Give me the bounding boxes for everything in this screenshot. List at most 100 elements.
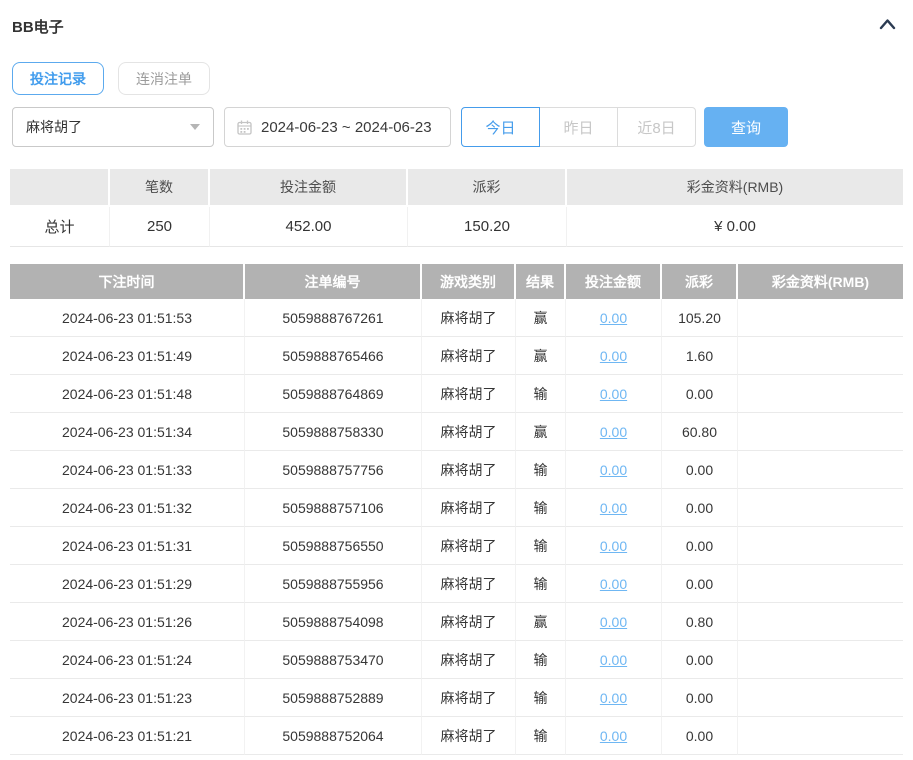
cell-payout: 0.00 <box>662 679 738 717</box>
cell-bonus <box>738 451 903 489</box>
summary-count-value: 250 <box>110 207 210 247</box>
col-header-result: 结果 <box>516 264 566 299</box>
tab-cancelled-bets[interactable]: 连消注单 <box>118 62 210 95</box>
cell-bonus <box>738 527 903 565</box>
summary-bonus-value: ¥ 0.00 <box>567 207 903 247</box>
summary-header-count: 笔数 <box>110 169 210 207</box>
tab-label: 连消注单 <box>136 70 192 87</box>
bet-amount-link[interactable]: 0.00 <box>600 728 627 744</box>
cell-payout: 0.00 <box>662 565 738 603</box>
bet-amount-link[interactable]: 0.00 <box>600 386 627 402</box>
yesterday-button[interactable]: 昨日 <box>539 107 618 147</box>
cell-bet-id: 5059888752064 <box>245 717 422 755</box>
cell-bet-time: 2024-06-23 01:51:33 <box>10 451 245 489</box>
cell-bonus <box>738 413 903 451</box>
cell-game-type: 麻将胡了 <box>422 337 516 375</box>
last-8-days-button-label: 近8日 <box>637 119 676 137</box>
cell-bet-amount: 0.00 <box>566 717 662 755</box>
summary-header-blank <box>10 169 110 207</box>
cell-game-type: 麻将胡了 <box>422 679 516 717</box>
summary-header-bet-amount: 投注金额 <box>210 169 408 207</box>
summary-table: 笔数 投注金额 派彩 彩金资料(RMB) 总计 250 452.00 150.2… <box>10 169 903 247</box>
cell-bet-time: 2024-06-23 01:51:48 <box>10 375 245 413</box>
cell-bonus <box>738 337 903 375</box>
bet-amount-link[interactable]: 0.00 <box>600 424 627 440</box>
bet-amount-link[interactable]: 0.00 <box>600 576 627 592</box>
cell-payout: 0.00 <box>662 527 738 565</box>
tab-betting-records[interactable]: 投注记录 <box>12 62 104 95</box>
game-select[interactable]: 麻将胡了 <box>12 107 214 147</box>
cell-game-type: 麻将胡了 <box>422 489 516 527</box>
cell-game-type: 麻将胡了 <box>422 375 516 413</box>
summary-header-row: 笔数 投注金额 派彩 彩金资料(RMB) <box>10 169 903 207</box>
cell-payout: 0.00 <box>662 375 738 413</box>
cell-payout: 60.80 <box>662 413 738 451</box>
game-select-value: 麻将胡了 <box>26 119 82 135</box>
table-row: 2024-06-23 01:51:33 5059888757756 麻将胡了 输… <box>10 451 903 489</box>
query-button[interactable]: 查询 <box>704 107 788 147</box>
bet-amount-link[interactable]: 0.00 <box>600 690 627 706</box>
cell-bet-amount: 0.00 <box>566 641 662 679</box>
date-range-input[interactable]: 2024-06-23 ~ 2024-06-23 <box>224 107 451 147</box>
cell-result: 输 <box>516 641 566 679</box>
summary-header-bonus: 彩金资料(RMB) <box>567 169 903 207</box>
cell-game-type: 麻将胡了 <box>422 565 516 603</box>
cell-bet-amount: 0.00 <box>566 337 662 375</box>
cell-result: 赢 <box>516 337 566 375</box>
cell-bet-id: 5059888758330 <box>245 413 422 451</box>
bet-amount-link[interactable]: 0.00 <box>600 348 627 364</box>
cell-bet-time: 2024-06-23 01:51:32 <box>10 489 245 527</box>
cell-payout: 0.00 <box>662 451 738 489</box>
table-row: 2024-06-23 01:51:32 5059888757106 麻将胡了 输… <box>10 489 903 527</box>
cell-payout: 0.00 <box>662 641 738 679</box>
table-row: 2024-06-23 01:51:29 5059888755956 麻将胡了 输… <box>10 565 903 603</box>
cell-game-type: 麻将胡了 <box>422 527 516 565</box>
bet-amount-link[interactable]: 0.00 <box>600 652 627 668</box>
yesterday-button-label: 昨日 <box>563 119 594 137</box>
last-8-days-button[interactable]: 近8日 <box>617 107 696 147</box>
col-header-game-type: 游戏类别 <box>422 264 516 299</box>
panel-header: BB电子 <box>10 0 903 37</box>
quick-range-group: 今日 昨日 近8日 <box>461 107 696 147</box>
cell-bet-amount: 0.00 <box>566 451 662 489</box>
collapse-button[interactable] <box>878 17 897 36</box>
records-header-row: 下注时间 注单编号 游戏类别 结果 投注金额 派彩 彩金资料(RMB) <box>10 264 903 299</box>
chevron-down-icon <box>190 124 200 130</box>
bet-amount-link[interactable]: 0.00 <box>600 614 627 630</box>
cell-result: 输 <box>516 375 566 413</box>
bet-amount-link[interactable]: 0.00 <box>600 538 627 554</box>
calendar-icon <box>237 120 252 135</box>
cell-game-type: 麻将胡了 <box>422 603 516 641</box>
table-row: 2024-06-23 01:51:31 5059888756550 麻将胡了 输… <box>10 527 903 565</box>
cell-result: 输 <box>516 527 566 565</box>
summary-header-payout: 派彩 <box>408 169 567 207</box>
cell-bet-time: 2024-06-23 01:51:34 <box>10 413 245 451</box>
betting-records-panel: BB电子 投注记录 连消注单 麻将胡了 2024-06-23 ~ 2024-06… <box>0 0 913 755</box>
cell-bet-id: 5059888752889 <box>245 679 422 717</box>
cell-game-type: 麻将胡了 <box>422 641 516 679</box>
cell-result: 赢 <box>516 603 566 641</box>
today-button[interactable]: 今日 <box>461 107 540 147</box>
cell-result: 输 <box>516 565 566 603</box>
cell-bet-time: 2024-06-23 01:51:21 <box>10 717 245 755</box>
bet-amount-link[interactable]: 0.00 <box>600 310 627 326</box>
tab-label: 投注记录 <box>30 70 86 87</box>
cell-game-type: 麻将胡了 <box>422 717 516 755</box>
cell-bet-amount: 0.00 <box>566 375 662 413</box>
bet-amount-link[interactable]: 0.00 <box>600 500 627 516</box>
cell-bonus <box>738 679 903 717</box>
table-row: 2024-06-23 01:51:26 5059888754098 麻将胡了 赢… <box>10 603 903 641</box>
cell-bet-id: 5059888757106 <box>245 489 422 527</box>
bet-amount-link[interactable]: 0.00 <box>600 462 627 478</box>
cell-bet-id: 5059888764869 <box>245 375 422 413</box>
cell-bet-time: 2024-06-23 01:51:23 <box>10 679 245 717</box>
summary-payout-value: 150.20 <box>408 207 567 247</box>
cell-bet-id: 5059888757756 <box>245 451 422 489</box>
cell-bonus <box>738 565 903 603</box>
date-range-value: 2024-06-23 ~ 2024-06-23 <box>261 118 432 136</box>
summary-total-label: 总计 <box>10 207 110 247</box>
cell-bonus <box>738 375 903 413</box>
cell-bet-id: 5059888754098 <box>245 603 422 641</box>
filter-toolbar: 麻将胡了 2024-06-23 ~ 2024-06-23 今日 昨日 近8日 查… <box>10 107 903 147</box>
cell-bet-amount: 0.00 <box>566 489 662 527</box>
